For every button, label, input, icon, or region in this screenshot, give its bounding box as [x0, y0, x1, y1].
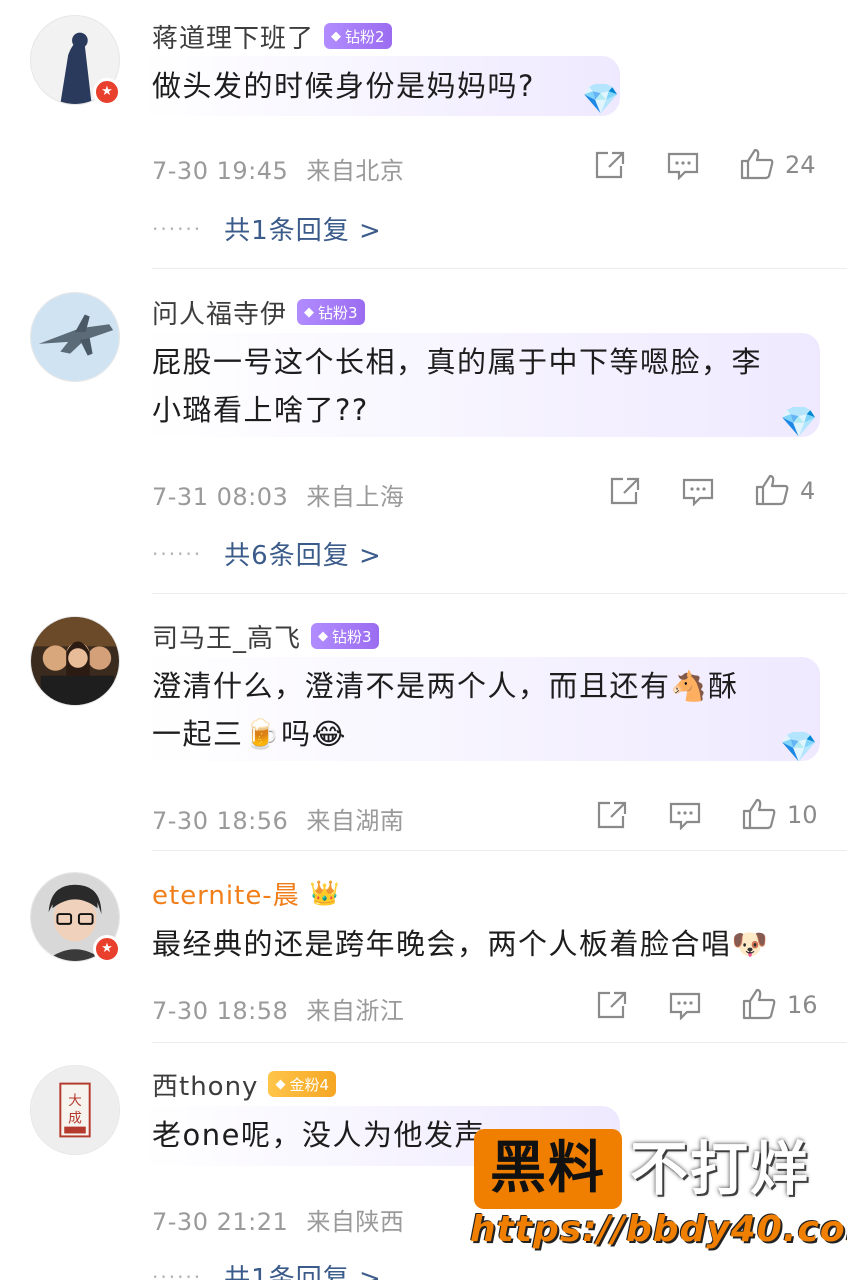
- comment-time: 7-30 18:56: [152, 807, 289, 835]
- reply-dots: ······: [152, 1264, 203, 1280]
- comment-icon[interactable]: [682, 478, 714, 506]
- watermark-title: 不打烊: [630, 1135, 811, 1203]
- svg-text:成: 成: [68, 1111, 82, 1127]
- comment-time: 7-31 08:03: [152, 483, 289, 511]
- comment-text: 做头发的时候身份是妈妈吗?: [152, 62, 535, 110]
- comment-line: 屁股一号这个长相，真的属于中下等嗯脸，李: [152, 345, 763, 379]
- fan-badge[interactable]: ◆ 金粉4: [268, 1071, 336, 1097]
- comment-location: 来自陕西: [306, 1208, 405, 1236]
- comment-meta: 7-31 08:03 来自上海: [152, 477, 404, 512]
- comment-icon[interactable]: [669, 802, 701, 830]
- crown-icon: 👑: [309, 879, 340, 907]
- comment-text: 屁股一号这个长相，真的属于中下等嗯脸，李 小璐看上啥了??: [152, 338, 762, 434]
- watermark-box: 黑料: [474, 1129, 622, 1209]
- comment-time: 7-30 18:58: [152, 997, 289, 1025]
- gold-gem-icon: ◆: [275, 1076, 286, 1092]
- divider: [152, 1042, 847, 1043]
- diamond-decoration-icon: 💎: [780, 730, 818, 765]
- divider: [152, 593, 847, 594]
- like-icon[interactable]: [742, 988, 776, 1020]
- username[interactable]: 司马王_高飞: [152, 618, 301, 655]
- reply-dots: ······: [152, 541, 203, 566]
- comment-line: 一起三🍺吗😂: [152, 717, 347, 751]
- like-count: 4: [800, 477, 816, 505]
- username[interactable]: 问人福寺伊: [152, 294, 287, 331]
- comment-line: 小璐看上啥了??: [152, 393, 369, 427]
- comment-location: 来自湖南: [306, 807, 405, 835]
- verified-badge-icon: ★: [93, 935, 121, 963]
- diamond-decoration-icon: 💎: [582, 82, 620, 117]
- comment-icon[interactable]: [669, 992, 701, 1020]
- comment-line: 老one呢，没人为他发声: [152, 1118, 485, 1152]
- comment-text: 老one呢，没人为他发声: [152, 1111, 485, 1159]
- comment-line: 最经典的还是跨年晚会，两个人板着脸合唱🐶: [152, 927, 770, 961]
- fan-badge[interactable]: ◆ 钻粉3: [311, 623, 379, 649]
- like-icon[interactable]: [740, 148, 774, 180]
- avatar[interactable]: [30, 616, 120, 706]
- view-replies-link[interactable]: 共1条回复 >: [224, 210, 382, 247]
- like-count: 10: [787, 801, 818, 829]
- reply-dots: ······: [152, 216, 203, 241]
- avatar-image: [31, 293, 119, 381]
- comment-location: 来自浙江: [306, 997, 405, 1025]
- share-icon[interactable]: [596, 800, 628, 830]
- comment-line: 澄清什么，澄清不是两个人，而且还有🐴酥: [152, 669, 739, 703]
- diamond-icon: ◆: [331, 28, 342, 44]
- comment-meta: 7-30 21:21 来自陕西: [152, 1202, 404, 1237]
- divider: [152, 268, 847, 269]
- verified-badge-icon: ★: [93, 78, 121, 106]
- fan-badge-label: 金粉4: [289, 1075, 329, 1094]
- username[interactable]: eternite-晨: [152, 875, 300, 912]
- watermark-overlay: 黑料 不打烊 https://bbdy40.com: [470, 1125, 847, 1280]
- comment-text: 最经典的还是跨年晚会，两个人板着脸合唱🐶: [152, 920, 769, 968]
- view-replies-link[interactable]: 共1条回复 >: [224, 1258, 382, 1280]
- comment-time: 7-30 19:45: [152, 157, 289, 185]
- comment-meta: 7-30 19:45 来自北京: [152, 151, 404, 186]
- comment-location: 来自北京: [306, 157, 405, 185]
- divider: [152, 850, 847, 851]
- comment-icon[interactable]: [667, 152, 699, 180]
- fan-badge-label: 钻粉2: [345, 27, 385, 46]
- view-replies-link[interactable]: 共6条回复 >: [224, 535, 382, 572]
- diamond-icon: ◆: [318, 628, 329, 644]
- fan-badge-label: 钻粉3: [318, 303, 358, 322]
- avatar[interactable]: 大 成: [30, 1065, 120, 1155]
- comment-time: 7-30 21:21: [152, 1208, 289, 1236]
- avatar-image: 大 成: [31, 1066, 119, 1154]
- share-icon[interactable]: [596, 990, 628, 1020]
- username[interactable]: 蒋道理下班了: [152, 18, 314, 55]
- fan-badge[interactable]: ◆ 钻粉3: [297, 299, 365, 325]
- comment-location: 来自上海: [306, 483, 405, 511]
- avatar-image: [31, 617, 119, 705]
- avatar[interactable]: [30, 292, 120, 382]
- watermark-url: https://bbdy40.com: [470, 1209, 847, 1250]
- like-icon[interactable]: [755, 474, 789, 506]
- comment-meta: 7-30 18:58 来自浙江: [152, 991, 404, 1026]
- like-count: 24: [785, 151, 816, 179]
- fan-badge[interactable]: ◆ 钻粉2: [324, 23, 392, 49]
- comment-text: 澄清什么，澄清不是两个人，而且还有🐴酥 一起三🍺吗😂: [152, 662, 739, 758]
- fan-badge-label: 钻粉3: [332, 627, 372, 646]
- share-icon[interactable]: [594, 150, 626, 180]
- comment-line: 做头发的时候身份是妈妈吗?: [152, 69, 535, 103]
- like-count: 16: [787, 991, 818, 1019]
- avatar-seal-text: 大: [68, 1093, 82, 1109]
- diamond-decoration-icon: 💎: [780, 405, 818, 440]
- like-icon[interactable]: [742, 798, 776, 830]
- comment-meta: 7-30 18:56 来自湖南: [152, 801, 404, 836]
- share-icon[interactable]: [609, 476, 641, 506]
- username[interactable]: 西thony: [152, 1066, 258, 1103]
- diamond-icon: ◆: [304, 304, 315, 320]
